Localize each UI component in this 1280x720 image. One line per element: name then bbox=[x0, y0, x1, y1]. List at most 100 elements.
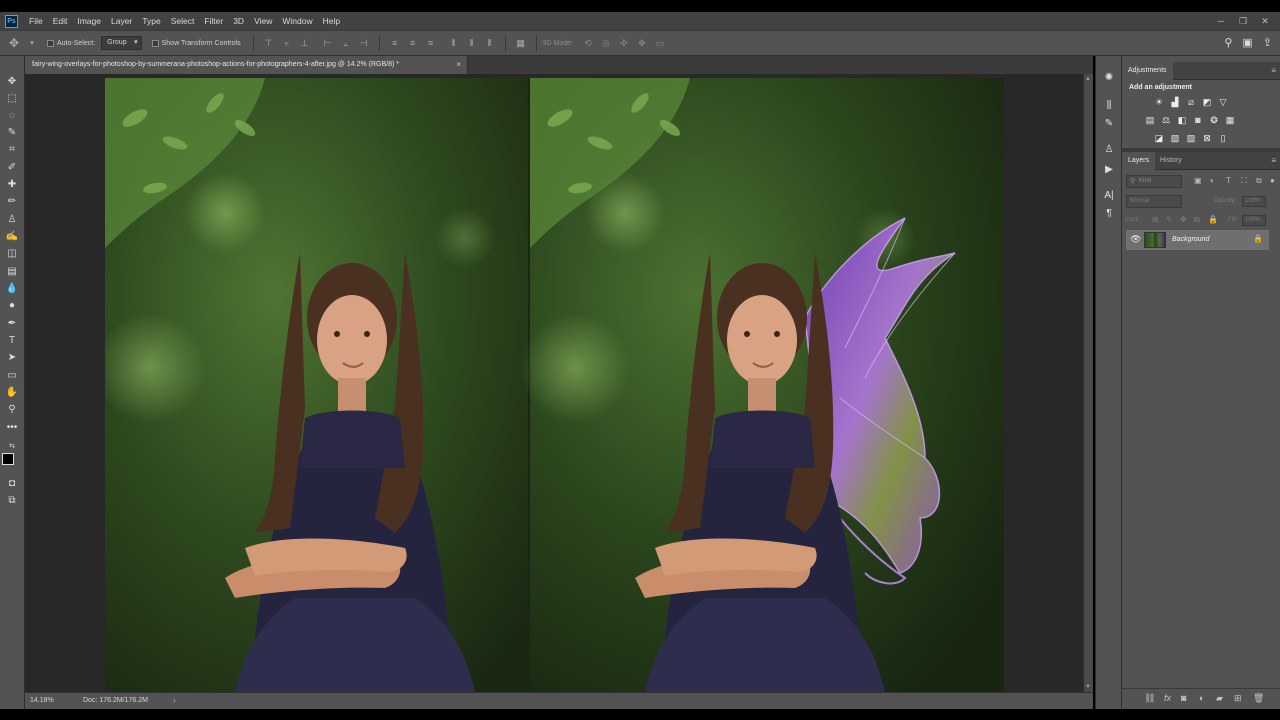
filter-type-icon[interactable]: T bbox=[1226, 176, 1231, 185]
blur-tool-icon[interactable]: 💧 bbox=[3, 281, 21, 296]
eraser-tool-icon[interactable]: ◫ bbox=[3, 246, 21, 261]
dodge-tool-icon[interactable]: ● bbox=[3, 298, 21, 313]
photo-filter-icon[interactable]: ◙ bbox=[1192, 115, 1204, 125]
menu-view[interactable]: View bbox=[249, 12, 277, 30]
selective-color-icon[interactable]: ⊠ bbox=[1201, 133, 1213, 143]
menu-layer[interactable]: Layer bbox=[106, 12, 137, 30]
paragraph-panel-icon[interactable]: ¶ bbox=[1101, 206, 1117, 220]
layer-name[interactable]: Background bbox=[1172, 230, 1209, 250]
quick-select-tool-icon[interactable]: ✎ bbox=[3, 125, 21, 140]
lock-artboard-icon[interactable]: ⧉ bbox=[1194, 215, 1200, 225]
scroll-up-icon[interactable]: ▲ bbox=[1085, 76, 1091, 82]
chevron-down-icon[interactable]: ▾ bbox=[26, 37, 38, 49]
slide-3d-icon[interactable]: ✥ bbox=[636, 37, 648, 49]
tab-adjustments[interactable]: Adjustments bbox=[1122, 62, 1173, 80]
filter-smart-object-icon[interactable]: ⧉ bbox=[1256, 176, 1262, 186]
brushes-panel-icon[interactable]: ✎ bbox=[1101, 116, 1117, 130]
menu-file[interactable]: File bbox=[24, 12, 48, 30]
layer-style-icon[interactable]: fx bbox=[1164, 693, 1171, 703]
orbit-3d-icon[interactable]: ⟲ bbox=[582, 37, 594, 49]
lock-image-icon[interactable]: ✎ bbox=[1166, 215, 1173, 224]
foreground-color-swatch[interactable] bbox=[2, 453, 14, 465]
filter-pixel-icon[interactable]: ▣ bbox=[1194, 176, 1202, 185]
roll-3d-icon[interactable]: ◎ bbox=[600, 37, 612, 49]
menu-edit[interactable]: Edit bbox=[48, 12, 73, 30]
hand-tool-icon[interactable]: ✋ bbox=[3, 385, 21, 400]
fill-field[interactable]: 100% bbox=[1242, 215, 1266, 226]
panel-menu-icon[interactable]: ≡ bbox=[1271, 156, 1276, 165]
lasso-tool-icon[interactable]: ◌ bbox=[3, 108, 21, 123]
gradient-map-icon[interactable]: ▯ bbox=[1217, 133, 1229, 143]
tab-history[interactable]: History bbox=[1154, 152, 1188, 170]
rectangle-tool-icon[interactable]: ▭ bbox=[3, 368, 21, 383]
auto-select-dropdown[interactable]: Group bbox=[101, 36, 142, 50]
menu-3d[interactable]: 3D bbox=[228, 12, 249, 30]
filter-kind-dropdown[interactable]: Kind bbox=[1126, 175, 1182, 188]
history-brush-tool-icon[interactable]: ✍ bbox=[3, 229, 21, 244]
clone-stamp-tool-icon[interactable]: ♙ bbox=[3, 212, 21, 227]
document-tab[interactable]: fairy-wing-overlays-for-photoshop-by-sum… bbox=[25, 56, 468, 74]
healing-brush-tool-icon[interactable]: ✚ bbox=[3, 177, 21, 192]
restore-button[interactable]: ❐ bbox=[1232, 16, 1254, 27]
new-layer-icon[interactable]: ⊞ bbox=[1234, 693, 1242, 704]
menu-select[interactable]: Select bbox=[166, 12, 200, 30]
workspace-icon[interactable]: ▣ bbox=[1242, 36, 1252, 49]
align-bottom-icon[interactable]: ⊥ bbox=[299, 37, 311, 49]
eyedropper-tool-icon[interactable]: ✐ bbox=[3, 160, 21, 175]
pen-tool-icon[interactable]: ✒ bbox=[3, 316, 21, 331]
zoom-level[interactable]: 14.18% bbox=[30, 693, 54, 709]
color-balance-icon[interactable]: ⚖ bbox=[1160, 115, 1172, 125]
move-tool-preset-icon[interactable]: ✥ bbox=[8, 36, 20, 50]
distribute-left-icon[interactable]: ⦀ bbox=[448, 37, 460, 49]
add-mask-icon[interactable]: ◙ bbox=[1181, 693, 1186, 703]
share-icon[interactable]: ⇪ bbox=[1263, 36, 1272, 49]
brush-tool-icon[interactable]: ✏ bbox=[3, 194, 21, 209]
search-icon[interactable]: ⚲ bbox=[1224, 36, 1232, 49]
type-tool-icon[interactable]: T bbox=[3, 333, 21, 348]
gradient-tool-icon[interactable]: ▤ bbox=[3, 264, 21, 279]
menu-window[interactable]: Window bbox=[277, 12, 317, 30]
visibility-eye-icon[interactable]: 👁 bbox=[1130, 234, 1141, 245]
crop-tool-icon[interactable]: ⌗ bbox=[3, 142, 21, 157]
opacity-field[interactable]: 100% bbox=[1242, 196, 1266, 207]
zoom-tool-icon[interactable]: ⚲ bbox=[3, 402, 21, 417]
distribute-top-icon[interactable]: ≡ bbox=[389, 37, 401, 49]
panel-menu-icon[interactable]: ≡ bbox=[1271, 66, 1276, 75]
black-white-icon[interactable]: ◧ bbox=[1176, 115, 1188, 125]
scroll-down-icon[interactable]: ▼ bbox=[1085, 684, 1091, 690]
brightness-contrast-icon[interactable]: ☀ bbox=[1153, 97, 1165, 107]
align-vcenter-icon[interactable]: ⫟ bbox=[281, 37, 293, 49]
swap-colors-icon[interactable]: ⇆ bbox=[3, 438, 21, 453]
distribute-hcenter-icon[interactable]: ⦀ bbox=[466, 37, 478, 49]
properties-panel-icon[interactable]: ✺ bbox=[1101, 70, 1117, 84]
levels-icon[interactable]: ▟ bbox=[1169, 97, 1181, 107]
vertical-scrollbar[interactable]: ▲ ▼ bbox=[1083, 74, 1093, 692]
lock-all-icon[interactable]: 🔒 bbox=[1208, 215, 1218, 224]
distribute-right-icon[interactable]: ⦀ bbox=[484, 37, 496, 49]
new-adjustment-layer-icon[interactable]: ◐ bbox=[1199, 693, 1204, 703]
show-transform-checkbox[interactable] bbox=[151, 39, 159, 47]
filter-toggle-icon[interactable]: ● bbox=[1270, 176, 1275, 185]
minimize-button[interactable]: ─ bbox=[1210, 16, 1232, 26]
vibrance-icon[interactable]: ▽ bbox=[1217, 97, 1229, 107]
clone-source-panel-icon[interactable]: ♙ bbox=[1101, 142, 1117, 156]
blend-mode-dropdown[interactable]: Normal bbox=[1126, 195, 1182, 208]
posterize-icon[interactable]: ▨ bbox=[1169, 133, 1181, 143]
menu-type[interactable]: Type bbox=[137, 12, 165, 30]
close-button[interactable]: ✕ bbox=[1254, 16, 1276, 27]
lock-position-icon[interactable]: ✥ bbox=[1180, 215, 1187, 224]
menu-help[interactable]: Help bbox=[318, 12, 345, 30]
new-group-icon[interactable]: ▰ bbox=[1216, 693, 1223, 704]
more-tools-icon[interactable]: ••• bbox=[3, 420, 21, 435]
align-hcenter-icon[interactable]: ⫠ bbox=[340, 37, 352, 49]
delete-layer-icon[interactable]: 🗑 bbox=[1253, 693, 1264, 704]
align-top-icon[interactable]: ⊤ bbox=[263, 37, 275, 49]
marquee-tool-icon[interactable]: ⬚ bbox=[3, 91, 21, 106]
drag-3d-icon[interactable]: ✣ bbox=[618, 37, 630, 49]
link-layers-icon[interactable]: ⛓ bbox=[1144, 693, 1155, 704]
invert-icon[interactable]: ◪ bbox=[1153, 133, 1165, 143]
screen-mode-icon[interactable]: ⧉ bbox=[3, 493, 21, 508]
menu-image[interactable]: Image bbox=[72, 12, 106, 30]
lock-transparent-icon[interactable]: ⊞ bbox=[1152, 215, 1159, 224]
menu-filter[interactable]: Filter bbox=[199, 12, 228, 30]
